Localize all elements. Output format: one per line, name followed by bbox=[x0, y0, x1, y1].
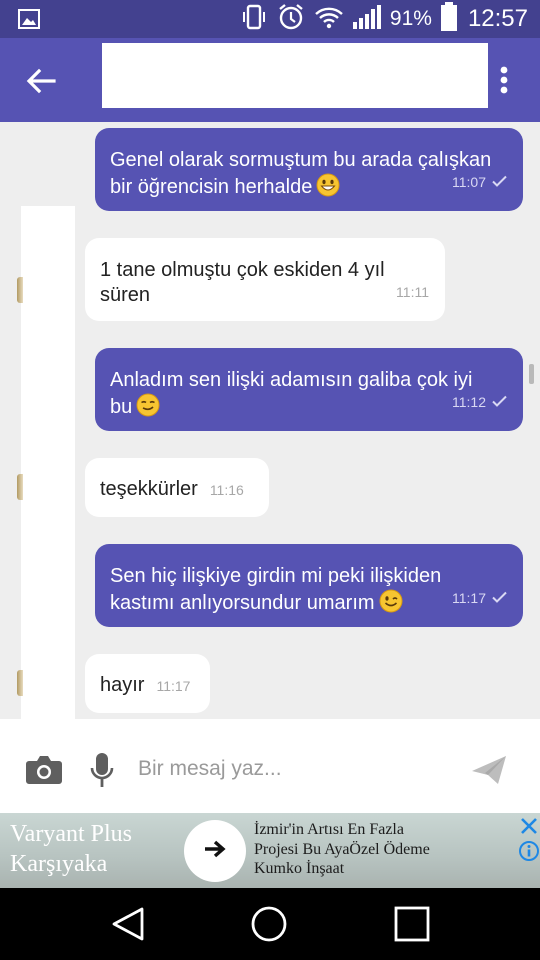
message-bubble-incoming[interactable]: hayır 11:17 bbox=[85, 654, 210, 713]
clock: 12:57 bbox=[467, 5, 528, 32]
ad-text-line: Kumko İnşaat bbox=[254, 860, 345, 877]
nav-recent-apps-icon[interactable] bbox=[394, 906, 430, 942]
message-list[interactable]: Genel olarak sormuştum bu arada çalışkan… bbox=[0, 122, 540, 719]
message-text: 1 tane olmuştu çok eskiden 4 yıl bbox=[100, 259, 385, 281]
message-text: bu bbox=[110, 393, 508, 424]
message-time: 11:17 bbox=[156, 678, 191, 694]
arrow-back-icon[interactable] bbox=[24, 66, 58, 96]
message-bubble-outgoing[interactable]: Genel olarak sormuştum bu arada çalışkan… bbox=[95, 128, 523, 211]
check-icon bbox=[492, 390, 507, 415]
message-bubble-incoming[interactable]: 1 tane olmuştu çok eskiden 4 yıl süren 1… bbox=[85, 238, 445, 321]
camera-icon[interactable] bbox=[25, 754, 63, 786]
ad-brand: Varyant Plus Karşıyaka bbox=[10, 819, 132, 879]
ad-arrow-button[interactable] bbox=[184, 820, 246, 882]
check-icon bbox=[492, 170, 507, 195]
message-text: kastımı anlıyorsundur umarım bbox=[110, 589, 508, 620]
message-meta: 11:11 bbox=[396, 280, 429, 305]
battery-percent: 91% bbox=[389, 7, 432, 30]
more-vert-icon[interactable] bbox=[494, 62, 514, 98]
ad-text: İzmir'in Artısı En Fazla Projesi Bu AyaÖ… bbox=[254, 820, 519, 879]
alarm-icon bbox=[276, 2, 306, 37]
arrow-right-icon bbox=[204, 840, 226, 863]
message-meta: 11:17 bbox=[452, 586, 507, 611]
signal-icon bbox=[352, 4, 382, 35]
ad-brand-line: Varyant Plus bbox=[10, 821, 132, 847]
avatar[interactable] bbox=[17, 474, 23, 500]
avatar[interactable] bbox=[17, 670, 23, 696]
ad-banner[interactable]: Varyant Plus Karşıyaka İzmir'in Artısı E… bbox=[0, 813, 540, 888]
vibrate-icon bbox=[240, 3, 268, 36]
nav-home-icon[interactable] bbox=[251, 906, 287, 942]
message-input[interactable] bbox=[138, 749, 448, 789]
avatar[interactable] bbox=[17, 277, 23, 303]
message-text: Genel olarak sormuştum bu arada çalışkan bbox=[110, 149, 492, 171]
message-meta: 11:07 bbox=[452, 170, 507, 195]
message-time: 11:16 bbox=[209, 482, 244, 498]
nav-back-icon[interactable] bbox=[110, 906, 146, 942]
message-text: Anladım sen ilişki adamısın galiba çok i… bbox=[110, 369, 473, 391]
message-text: hayır 11:17 bbox=[100, 673, 195, 699]
battery-icon bbox=[440, 1, 458, 37]
message-time: 11:12 bbox=[452, 394, 486, 410]
microphone-icon[interactable] bbox=[90, 752, 114, 790]
message-meta: 11:12 bbox=[452, 390, 507, 415]
message-text: Sen hiç ilişkiye girdin mi peki ilişkide… bbox=[110, 565, 442, 587]
ad-brand-line: Karşıyaka bbox=[10, 851, 108, 877]
message-text: teşekkürler 11:16 bbox=[100, 477, 254, 503]
ad-text-line: Projesi Bu AyaÖzel Ödeme bbox=[254, 840, 430, 858]
info-icon[interactable] bbox=[518, 840, 540, 862]
composer-bar bbox=[0, 719, 540, 813]
check-icon bbox=[492, 586, 507, 611]
message-text-line: bir öğrencisin herhalde bbox=[110, 176, 313, 198]
message-text-line: teşekkürler bbox=[100, 478, 198, 500]
wifi-icon bbox=[314, 5, 344, 34]
message-bubble-incoming[interactable]: teşekkürler 11:16 bbox=[85, 458, 269, 517]
send-icon[interactable] bbox=[470, 754, 508, 786]
close-icon[interactable] bbox=[518, 815, 540, 837]
message-bubble-outgoing[interactable]: Anladım sen ilişki adamısın galiba çok i… bbox=[95, 348, 523, 431]
chat-title[interactable] bbox=[102, 43, 488, 108]
grinning-face-icon bbox=[316, 173, 340, 204]
message-text-line: bu bbox=[110, 396, 133, 418]
gallery-icon bbox=[18, 9, 40, 34]
message-text: süren bbox=[100, 284, 151, 306]
winking-face-icon bbox=[379, 589, 403, 620]
message-text-line: kastımı anlıyorsundur umarım bbox=[110, 592, 375, 614]
ad-text-line: İzmir'in Artısı En Fazla bbox=[254, 821, 404, 838]
avatar-column bbox=[21, 206, 75, 719]
status-bar: 91% 12:57 bbox=[0, 0, 540, 38]
message-time: 11:11 bbox=[396, 284, 429, 300]
smirking-face-icon bbox=[136, 393, 160, 424]
message-text: bir öğrencisin herhalde bbox=[110, 173, 508, 204]
app-bar bbox=[0, 38, 540, 122]
scrollbar[interactable] bbox=[529, 364, 534, 384]
message-bubble-outgoing[interactable]: Sen hiç ilişkiye girdin mi peki ilişkide… bbox=[95, 544, 523, 627]
message-time: 11:07 bbox=[452, 174, 486, 190]
message-time: 11:17 bbox=[452, 590, 486, 606]
navigation-bar bbox=[0, 888, 540, 960]
message-text-line: hayır bbox=[100, 674, 145, 696]
